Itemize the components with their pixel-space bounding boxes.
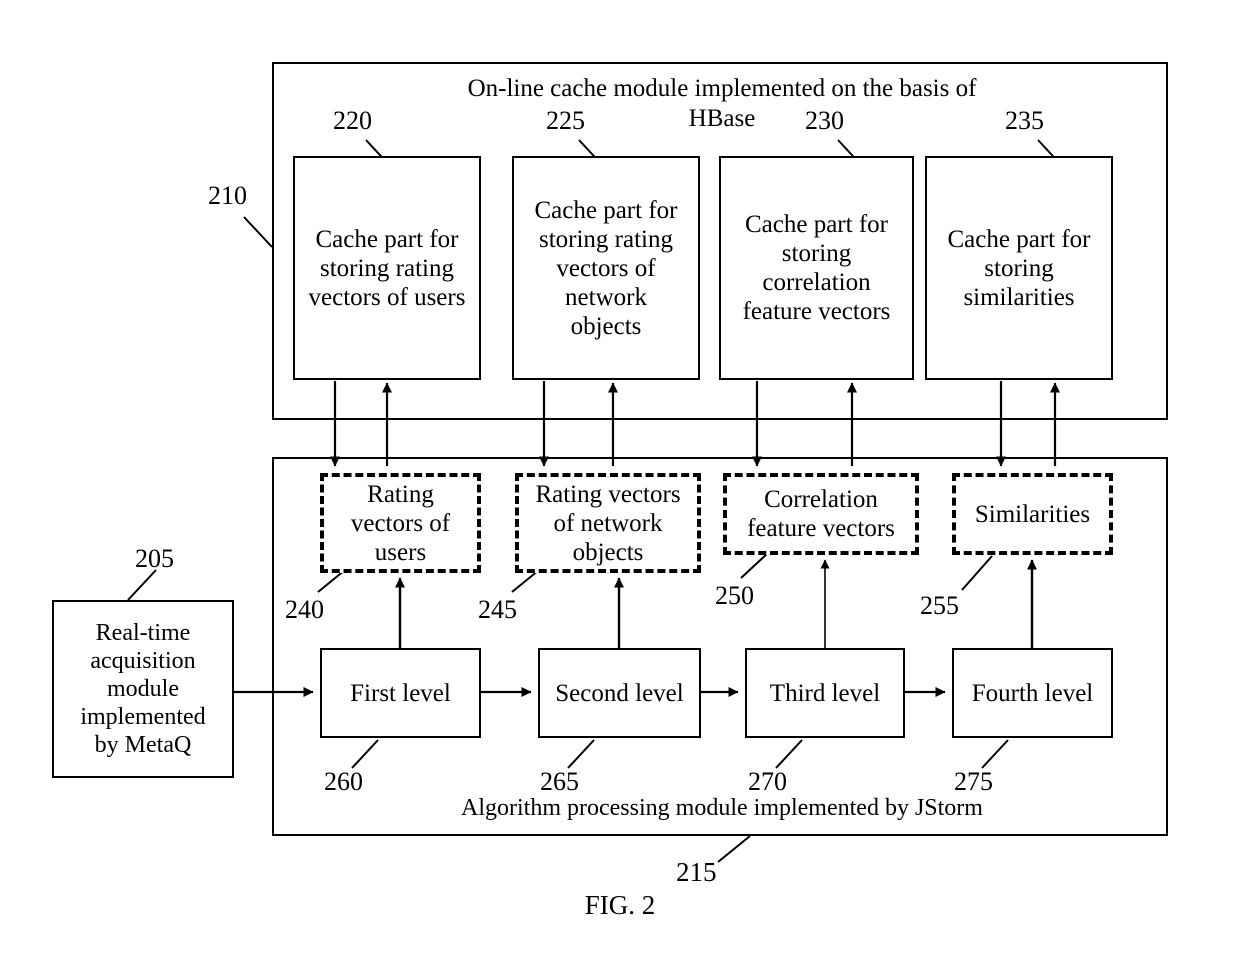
patent-figure: On-line cache module implemented on the …: [0, 0, 1240, 963]
cache-part-3-label: Cache part for storing similarities: [947, 225, 1091, 311]
cache-part-2-label: Cache part for storing correlation featu…: [742, 211, 891, 325]
figure-caption: FIG. 2: [584, 890, 656, 920]
cache-module-title: On-line cache module implemented on the …: [467, 75, 977, 132]
level-box-third: Third level: [745, 648, 905, 738]
level-box-fourth: Fourth level: [952, 648, 1113, 738]
data-item-3-label: Similarities: [974, 500, 1091, 528]
data-item-similarities: Similarities: [952, 473, 1113, 555]
level-2-label: Third level: [769, 679, 881, 707]
ref-numeral-205: 205: [135, 544, 174, 573]
ref-numeral-230: 230: [805, 106, 844, 135]
data-item-1-label: Rating vectors of network objects: [535, 480, 681, 566]
cache-part-rating-vectors-network-objects: Cache part for storing rating vectors of…: [512, 156, 700, 380]
leader-ref-210: [243, 216, 273, 248]
acquisition-module-box: Real-time acquisition module implemented…: [52, 600, 234, 778]
level-box-first: First level: [320, 648, 481, 738]
data-item-correlation-feature-vectors: Correlation feature vectors: [723, 473, 919, 555]
data-item-0-label: Rating vectors of users: [350, 480, 451, 566]
algorithm-module-title: Algorithm processing module implemented …: [461, 795, 983, 821]
leader-ref-205: [127, 569, 157, 601]
level-0-label: First level: [350, 679, 451, 707]
leader-ref-215: [717, 835, 751, 863]
ref-numeral-260: 260: [324, 767, 363, 796]
data-item-rating-vectors-network-objects: Rating vectors of network objects: [515, 473, 701, 573]
ref-numeral-255: 255: [920, 591, 959, 620]
level-1-label: Second level: [555, 679, 684, 707]
level-box-second: Second level: [538, 648, 701, 738]
data-item-2-label: Correlation feature vectors: [747, 486, 895, 542]
ref-numeral-220: 220: [333, 106, 372, 135]
level-3-label: Fourth level: [971, 679, 1094, 707]
ref-numeral-235: 235: [1005, 106, 1044, 135]
acquisition-module-label: Real-time acquisition module implemented…: [80, 620, 206, 758]
ref-numeral-275: 275: [954, 767, 993, 796]
ref-numeral-225: 225: [546, 106, 585, 135]
ref-numeral-210: 210: [208, 181, 247, 210]
cache-part-rating-vectors-users: Cache part for storing rating vectors of…: [293, 156, 481, 380]
cache-part-similarities: Cache part for storing similarities: [925, 156, 1113, 380]
ref-numeral-245: 245: [478, 595, 517, 624]
ref-numeral-270: 270: [748, 767, 787, 796]
ref-numeral-240: 240: [285, 595, 324, 624]
data-item-rating-vectors-users: Rating vectors of users: [320, 473, 481, 573]
cache-part-1-label: Cache part for storing rating vectors of…: [534, 196, 678, 340]
ref-numeral-250: 250: [715, 581, 754, 610]
cache-part-correlation-feature-vectors: Cache part for storing correlation featu…: [719, 156, 914, 380]
ref-numeral-265: 265: [540, 767, 579, 796]
ref-numeral-215: 215: [676, 857, 717, 887]
cache-part-0-label: Cache part for storing rating vectors of…: [308, 225, 466, 311]
